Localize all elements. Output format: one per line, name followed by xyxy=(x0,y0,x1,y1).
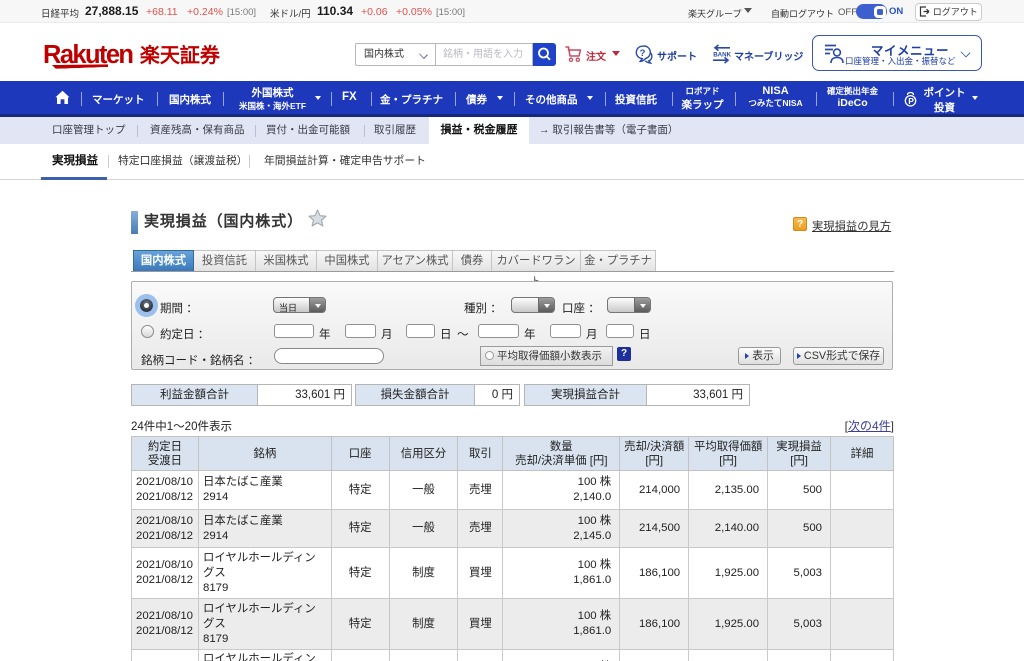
svg-text:?: ? xyxy=(640,48,646,59)
svg-text:BANK: BANK xyxy=(713,51,731,58)
svg-text:P: P xyxy=(908,96,914,106)
